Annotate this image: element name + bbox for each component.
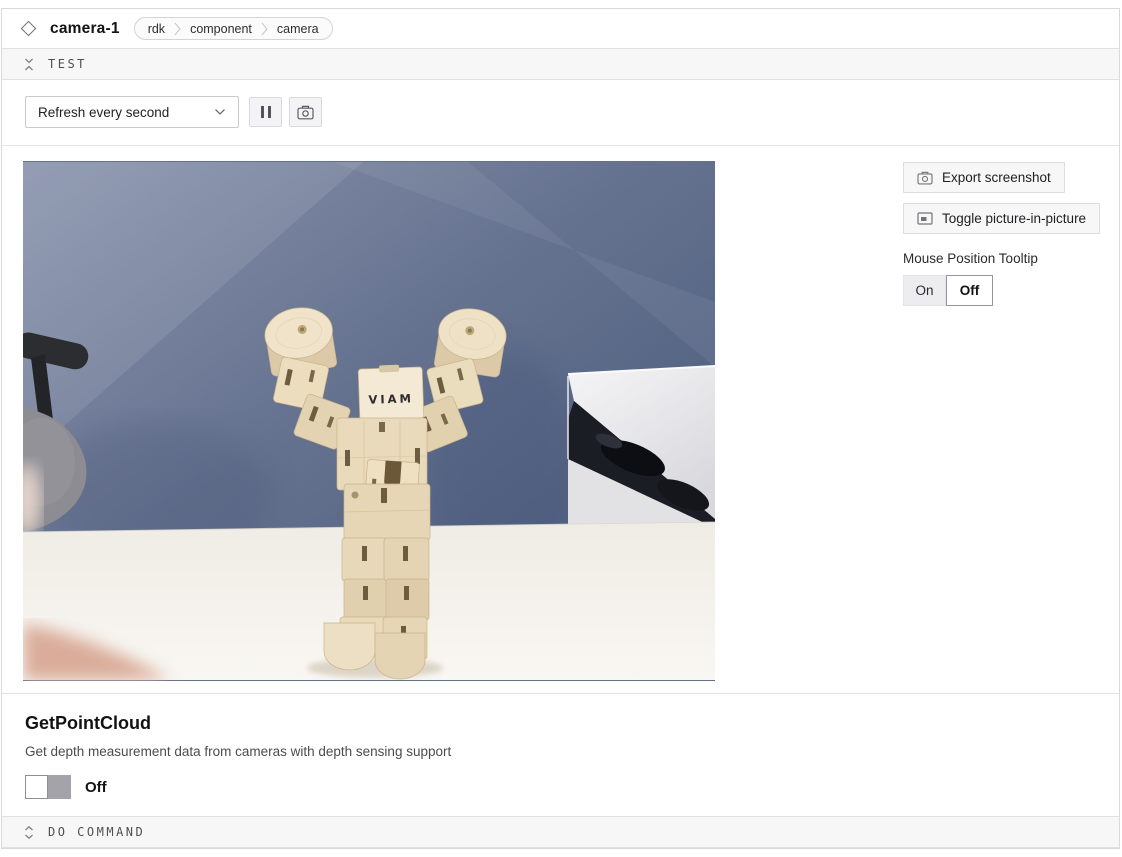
collapse-vertical-icon [24,58,34,71]
toggle-knob [25,775,48,799]
camera-component-panel: camera-1 rdk component camera TEST Refre… [1,8,1120,849]
export-screenshot-label: Export screenshot [942,170,1051,185]
picture-in-picture-icon [917,212,933,225]
feed-side-panel: Export screenshot Toggle picture-in-pict… [903,162,1100,306]
refresh-controls: Refresh every second [2,80,1119,146]
get-point-cloud-title: GetPointCloud [25,694,1119,734]
do-command-section-label: DO COMMAND [48,825,145,839]
refresh-rate-select[interactable]: Refresh every second [25,96,239,128]
camera-feed-image: VIAM [23,161,715,681]
breadcrumb-item-component: component [190,22,252,36]
breadcrumb-item-rdk: rdk [148,22,165,36]
expand-vertical-icon [24,826,34,839]
chevron-down-icon [214,108,226,116]
get-point-cloud-state-label: Off [85,779,107,796]
toggle-pip-button[interactable]: Toggle picture-in-picture [903,203,1100,234]
camera-feed-section: VIAM [2,146,1119,693]
breadcrumb: rdk component camera [134,17,333,40]
test-section-label: TEST [48,57,87,71]
diamond-icon [21,21,37,37]
chevron-right-icon [261,22,268,36]
toggle-pip-label: Toggle picture-in-picture [942,211,1086,226]
get-point-cloud-toggle[interactable] [25,775,71,799]
camera-icon [297,105,314,120]
camera-live-feed: VIAM [23,161,715,681]
viam-logo-text: VIAM [368,391,414,407]
refresh-rate-value: Refresh every second [38,105,169,120]
tooltip-off-button[interactable]: Off [946,275,993,306]
do-command-section-header[interactable]: DO COMMAND [2,816,1119,848]
mouse-position-tooltip-label: Mouse Position Tooltip [903,251,1038,266]
get-point-cloud-description: Get depth measurement data from cameras … [25,744,1119,759]
camera-icon [917,171,933,185]
export-screenshot-button[interactable]: Export screenshot [903,162,1065,193]
resource-title: camera-1 [50,20,120,38]
pause-refresh-button[interactable] [249,97,282,127]
get-point-cloud-toggle-row: Off [25,775,1119,799]
test-section-header[interactable]: TEST [2,48,1119,80]
pause-icon [261,106,271,118]
panel-header: camera-1 rdk component camera [2,9,1119,48]
screenshot-button[interactable] [289,97,322,127]
breadcrumb-item-camera: camera [277,22,319,36]
cabinet [568,366,715,536]
tooltip-on-button[interactable]: On [903,275,946,306]
robot-head: VIAM [358,364,424,420]
get-point-cloud-section: GetPointCloud Get depth measurement data… [2,693,1119,820]
chevron-right-icon [174,22,181,36]
tooltip-toggle-group: On Off [903,275,993,306]
